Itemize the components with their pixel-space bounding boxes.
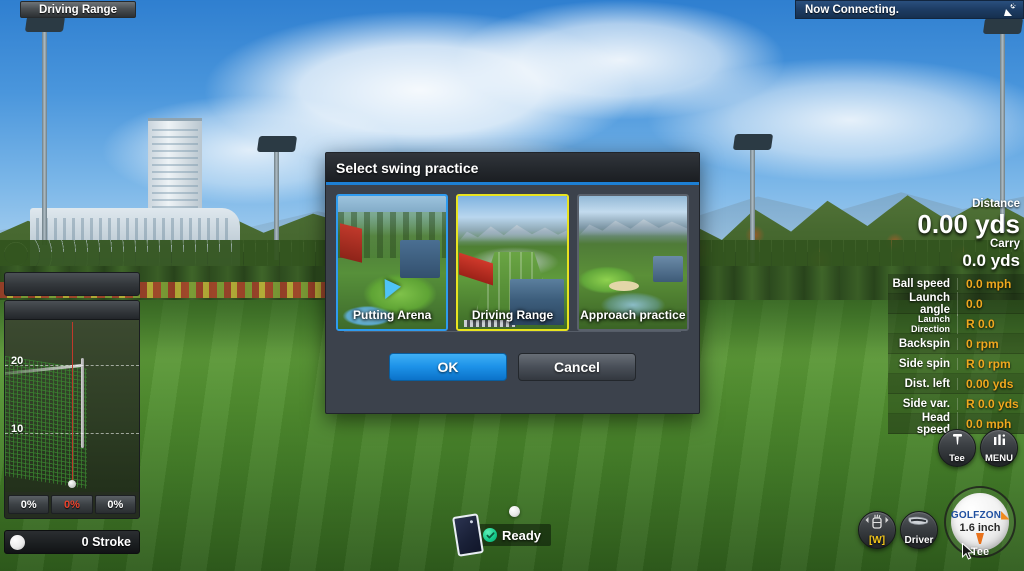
stat-label: Side spin	[888, 357, 958, 370]
pointer-arrow-icon	[377, 279, 401, 303]
driver-club-icon	[907, 515, 931, 534]
connection-status-bar: Now Connecting.	[795, 0, 1024, 19]
menu-bars-icon	[992, 433, 1007, 452]
phone-icon	[452, 513, 484, 557]
percent-cell-center[interactable]: 0%	[51, 495, 93, 514]
trajectory-panel-header	[5, 301, 139, 320]
ok-button[interactable]: OK	[389, 353, 507, 381]
practice-option-approach-practice[interactable]: Approach practice	[576, 194, 689, 331]
mouse-cursor	[962, 542, 975, 561]
driving-range-net	[5, 355, 87, 489]
stat-row: Side spin R 0 rpm	[888, 354, 1024, 374]
banner	[340, 223, 362, 263]
ready-pill: Ready	[477, 524, 552, 546]
dialog-header: Select swing practice	[326, 153, 699, 185]
aim-line	[72, 322, 73, 486]
golfzon-logo: GOLFZON◣	[950, 510, 1010, 521]
sand-bunker	[608, 281, 639, 291]
stat-label: Backspin	[888, 337, 958, 350]
dialog-divider	[344, 331, 681, 332]
ready-status-text: Ready	[502, 527, 542, 543]
carry-value: 0.0 yds	[962, 251, 1020, 270]
distance-marker-20: 20	[11, 355, 24, 367]
connection-status-text: Now Connecting.	[805, 3, 899, 16]
club-selector-label: [W]	[868, 535, 886, 546]
practice-option-label: Driving Range	[471, 308, 554, 322]
stat-rows: Ball speed 0.0 mph Launch angle 0.0 Laun…	[888, 274, 1024, 436]
check-circle-icon	[483, 528, 497, 542]
stat-value: 0.0 mph	[966, 416, 1012, 431]
tee-height-value: 1.6 inch	[959, 522, 1001, 534]
tee-dial-label: Tee	[970, 546, 990, 558]
menu-button-label: MENU	[985, 452, 1013, 464]
tee-button[interactable]: Tee	[938, 429, 976, 467]
practice-option-label: Approach practice	[580, 308, 686, 322]
tee-button-label: Tee	[949, 453, 965, 464]
stat-row: Backspin 0 rpm	[888, 334, 1024, 354]
distance-marker-10: 10	[11, 423, 24, 435]
stat-label: Dist. left	[888, 377, 958, 390]
trajectory-panel: 20 10 0% 0% 0%	[4, 300, 140, 519]
golf-simulator-screen: Driving Range Now Connecting. 20 10 0% 0…	[0, 0, 1024, 571]
practice-option-putting-arena[interactable]: Putting Arena	[336, 194, 449, 331]
club-name-label: Driver	[904, 534, 934, 546]
stat-value: 0.00 yds	[966, 376, 1014, 391]
golf-bag-icon	[865, 514, 889, 534]
stat-value: R 0 rpm	[966, 356, 1011, 371]
swing-percent-row: 0% 0% 0%	[5, 492, 139, 518]
practice-option-label: Putting Arena	[353, 308, 432, 322]
stat-value: 0.0 mph	[966, 276, 1012, 291]
distance-readout: Distance 0.00 yds Carry 0.0 yds	[888, 198, 1024, 270]
tee-icon	[950, 432, 965, 452]
stat-value: R 0.0 yds	[966, 396, 1019, 411]
device-ready-indicator: Ready	[452, 513, 552, 557]
percent-cell-left[interactable]: 0%	[8, 495, 50, 514]
carry-label: Carry	[989, 238, 1020, 250]
dialog-title: Select swing practice	[336, 159, 479, 176]
banner	[459, 252, 494, 286]
stat-value: 0 rpm	[966, 336, 999, 351]
net-post	[81, 358, 84, 448]
floodlight-pole	[24, 16, 66, 245]
club-selector-button[interactable]: [W]	[858, 511, 896, 549]
stroke-count-label: 0 Stroke	[81, 535, 131, 549]
course-name-label: Driving Range	[20, 1, 136, 18]
stat-label: Launch angle	[888, 291, 958, 316]
distance-value: 0.00 yds	[917, 209, 1020, 239]
practice-options-list: Putting Arena Driving Range Approach pra…	[326, 185, 699, 331]
tee-height-dial[interactable]: GOLFZON◣ 1.6 inch Tee	[944, 486, 1016, 558]
clubhouse	[652, 256, 683, 282]
stat-row: Launch angle 0.0	[888, 291, 1024, 316]
mountain-backdrop	[458, 224, 567, 242]
stat-value: 0.0	[966, 296, 983, 311]
minimap-header-panel	[4, 272, 140, 296]
stat-value: R 0.0	[966, 316, 995, 331]
ball-icon	[10, 534, 25, 550]
stat-label: Launch Direction	[888, 313, 958, 334]
stat-label: Side var.	[888, 397, 958, 410]
dialog-footer: OK Cancel	[326, 353, 699, 381]
satellite-dish-icon[interactable]	[1000, 1, 1020, 18]
trajectory-view: 20 10	[5, 320, 139, 492]
cancel-button[interactable]: Cancel	[518, 353, 636, 381]
stat-row: Dist. left 0.00 yds	[888, 374, 1024, 394]
practice-option-driving-range[interactable]: Driving Range	[456, 194, 569, 331]
stat-label: Ball speed	[888, 277, 958, 290]
stat-row: Launch Direction R 0.0	[888, 313, 1024, 334]
ball-position-marker	[68, 480, 76, 488]
percent-cell-right[interactable]: 0%	[94, 495, 136, 514]
club-button[interactable]: Driver	[900, 511, 938, 549]
menu-button[interactable]: MENU	[980, 429, 1018, 467]
stroke-counter-bar: 0 Stroke	[4, 530, 140, 554]
swing-practice-dialog: Select swing practice Putting Arena Driv…	[325, 152, 700, 414]
shot-stats-panel: Distance 0.00 yds Carry 0.0 yds Ball spe…	[888, 198, 1024, 436]
